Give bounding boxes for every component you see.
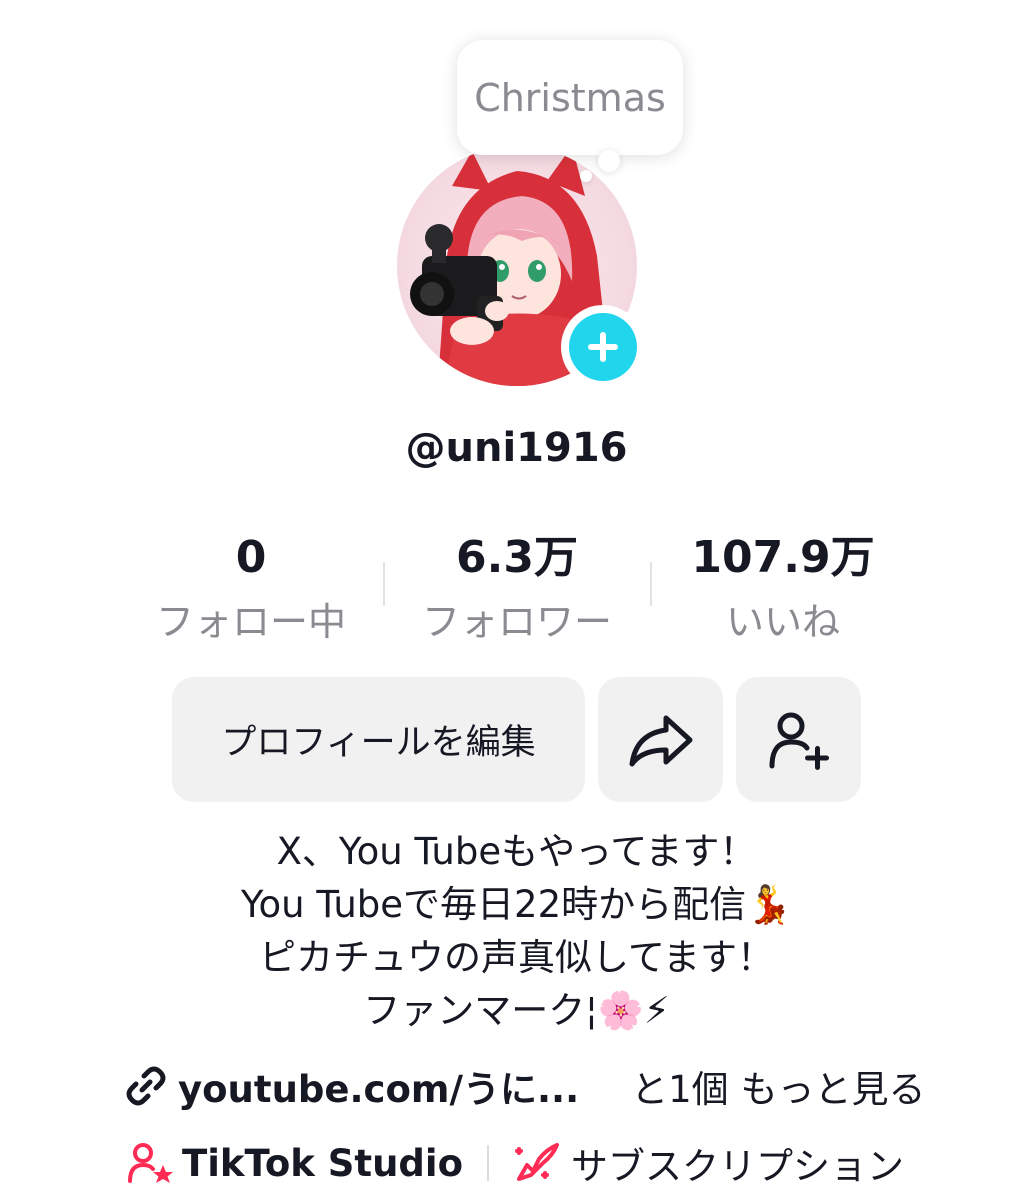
more-links-button[interactable]: と1個 もっと見る xyxy=(631,1059,925,1113)
username: @uni1916 xyxy=(405,425,628,471)
stat-followers-value: 6.3万 xyxy=(456,532,578,583)
bio-line: You Tubeで毎日22時から配信💃 xyxy=(240,883,793,926)
tools-divider xyxy=(487,1145,490,1181)
stat-following-label: フォロー中 xyxy=(155,600,346,644)
plus-icon xyxy=(588,332,618,362)
creator-tools-row: TikTok Studio サブスクリプション xyxy=(128,1135,904,1191)
subscription-icon xyxy=(515,1143,560,1181)
status-bubble-tail xyxy=(598,150,620,172)
stat-divider xyxy=(383,562,385,606)
bio-line: ファンマーク¦🌸⚡ xyxy=(363,989,670,1032)
stat-likes-label: いいね xyxy=(725,600,840,644)
edit-profile-label: プロフィールを編集 xyxy=(221,723,536,763)
edit-profile-button[interactable]: プロフィールを編集 xyxy=(172,677,585,802)
add-friend-button[interactable] xyxy=(736,677,861,802)
stat-following[interactable]: 0 フォロー中 xyxy=(131,530,371,652)
status-bubble-text: Christmas xyxy=(474,75,666,120)
profile-page: Christmas @uni1916 0 フォロー中 6.3万 フォロワー 10… xyxy=(0,0,1033,1200)
stat-divider xyxy=(650,562,652,606)
status-bubble[interactable]: Christmas xyxy=(457,40,683,155)
stat-followers[interactable]: 6.3万 フォロワー xyxy=(397,530,637,652)
bio: X、You Tubeもやってます！ You Tubeで毎日22時から配信💃 ピカ… xyxy=(0,825,1033,1037)
bio-link-row[interactable]: youtube.com/うに... と1個 もっと見る xyxy=(124,1058,925,1114)
bio-line: X、You Tubeもやってます！ xyxy=(276,830,757,873)
stat-followers-label: フォロワー xyxy=(421,600,612,644)
link-icon xyxy=(126,1066,166,1106)
add-story-button[interactable] xyxy=(561,305,645,389)
stat-likes[interactable]: 107.9万 いいね xyxy=(663,530,903,652)
share-profile-button[interactable] xyxy=(598,677,723,802)
bio-line: ピカチュウの声真似してます！ xyxy=(258,936,775,979)
share-arrow-icon xyxy=(629,715,692,766)
tiktok-studio-icon xyxy=(128,1143,173,1183)
bio-link-text[interactable]: youtube.com/うに... xyxy=(178,1059,579,1113)
status-bubble-tail-small xyxy=(580,170,592,182)
add-user-icon xyxy=(769,712,829,770)
subscription-link[interactable]: サブスクリプション xyxy=(571,1136,904,1190)
stat-likes-value: 107.9万 xyxy=(691,532,875,583)
stat-following-value: 0 xyxy=(235,532,267,583)
tiktok-studio-link[interactable]: TikTok Studio xyxy=(182,1142,463,1185)
